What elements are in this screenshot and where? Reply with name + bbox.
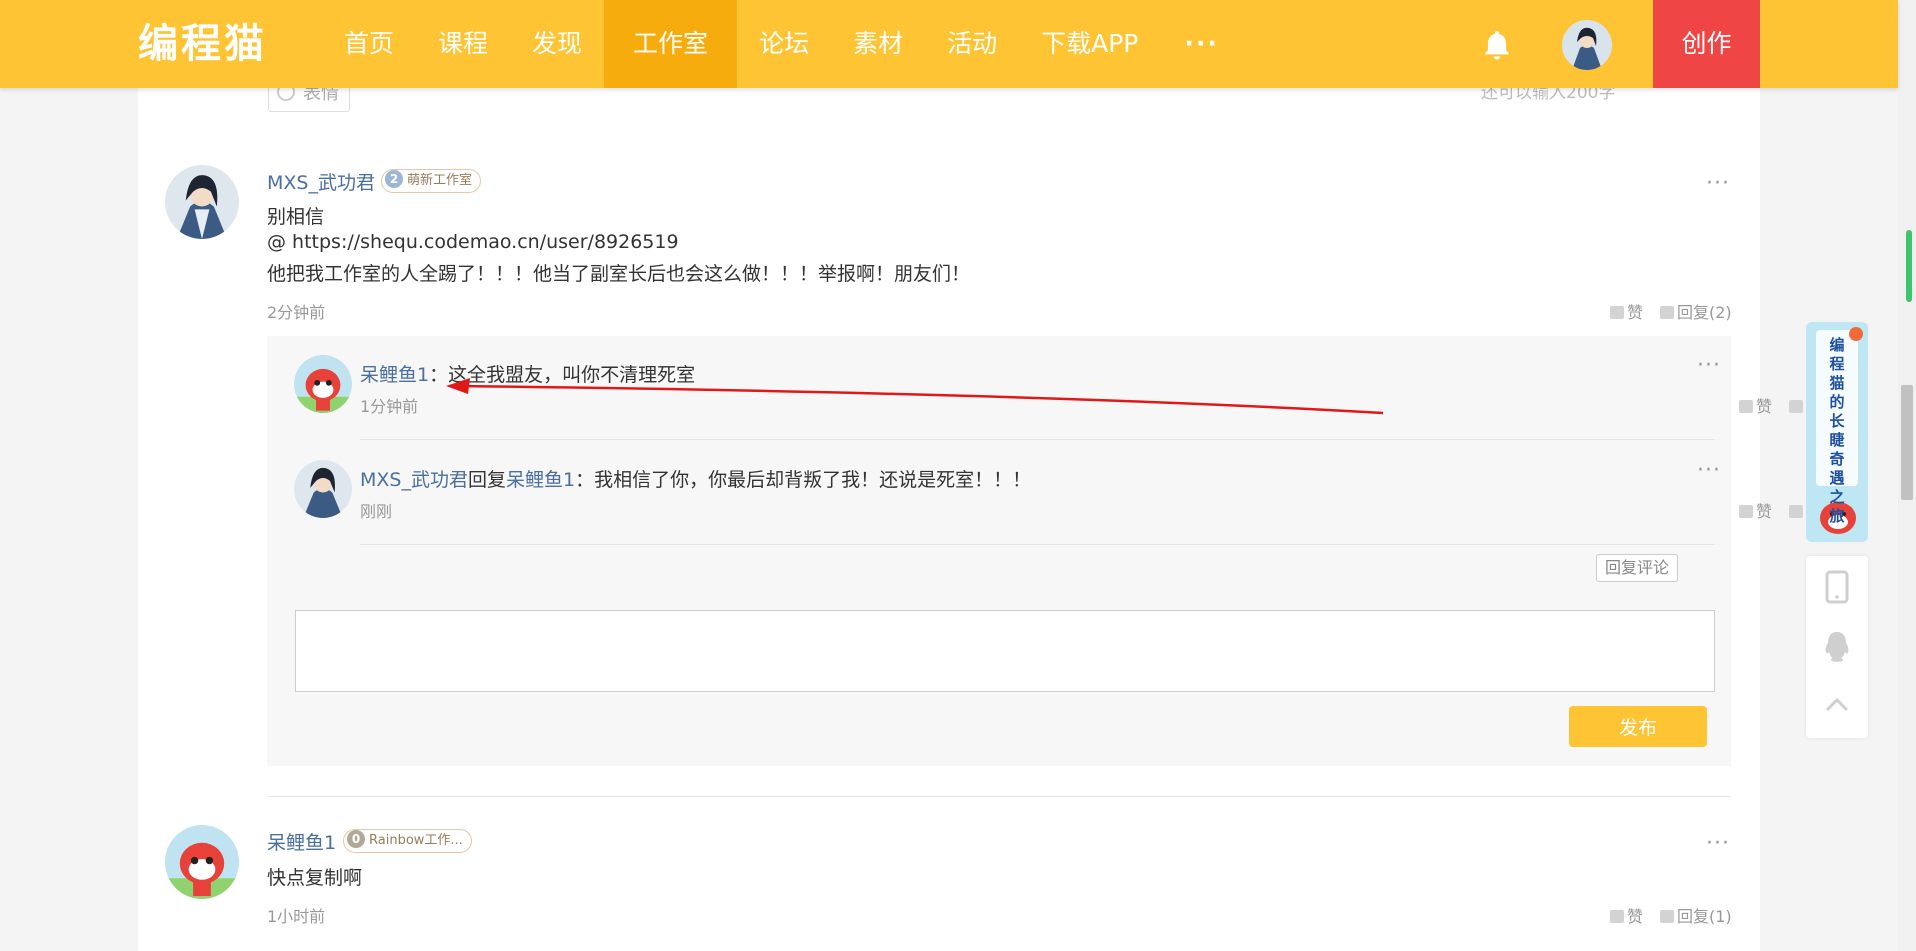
- back-to-top-icon: [1825, 697, 1849, 712]
- reply-avatar[interactable]: [294, 355, 352, 413]
- phone-app-button[interactable]: [1806, 556, 1868, 616]
- comment-bubble-icon: [1660, 910, 1674, 923]
- more-options-icon[interactable]: ···: [1697, 460, 1721, 482]
- promo-text: 编程猫的长睫奇遇之旅: [1829, 336, 1845, 525]
- reply-time: 刚刚: [360, 502, 393, 521]
- reply-content: MXS_武功君回复呆鲤鱼1：我相信了你，你最后却背叛了我！还说是死室！！！: [360, 465, 1031, 492]
- comment-time: 2分钟前: [267, 303, 326, 322]
- publish-button[interactable]: 发布: [1569, 706, 1707, 747]
- comment-author[interactable]: 呆鲤鱼1: [267, 828, 336, 855]
- side-toolbar: [1806, 556, 1868, 738]
- thumbs-up-icon: [1739, 400, 1753, 413]
- nav-item-discover[interactable]: 发现: [510, 0, 604, 88]
- level-badge: 0: [347, 830, 365, 848]
- nav-item-courses[interactable]: 课程: [416, 0, 510, 88]
- comment-author[interactable]: MXS_武功君: [267, 168, 375, 195]
- reply-button[interactable]: 回复(2): [1660, 299, 1732, 323]
- site-logo[interactable]: 编程猫: [138, 18, 267, 70]
- thumbs-up-icon: [1610, 306, 1624, 319]
- reply-time: 1分钟前: [360, 397, 419, 416]
- comment-divider: [267, 796, 1731, 797]
- scrollbar-thumb[interactable]: [1901, 385, 1913, 500]
- comments-panel: 表情 还可以输入200字 MXS_武功君 2 萌新工作室 ··· 别相信 @ ht…: [138, 82, 1838, 951]
- more-options-icon[interactable]: ···: [1697, 355, 1721, 377]
- comment-bubble-icon: [1789, 505, 1803, 518]
- replies-container: 呆鲤鱼1：这全我盟友，叫你不清理死室 ··· 1分钟前 赞 回复 MXS_武功君…: [267, 336, 1838, 766]
- reply-divider: [360, 439, 1715, 440]
- like-button[interactable]: 赞: [1610, 299, 1643, 323]
- nav-item-materials[interactable]: 素材: [831, 0, 925, 88]
- comment-time: 1小时前: [267, 907, 326, 926]
- reply-author[interactable]: 呆鲤鱼1: [360, 364, 429, 386]
- annotation-arrow: [446, 378, 1384, 415]
- reply-text: ：我相信了你，你最后却背叛了我！还说是死室！！！: [575, 469, 1032, 491]
- nav-item-forum[interactable]: 论坛: [737, 0, 831, 88]
- reply-button[interactable]: 回复(1): [1660, 903, 1732, 927]
- comment-text-line: 他把我工作室的人全踢了！！！他当了副室长后也会这么做！！！举报啊！朋友们！: [267, 263, 971, 285]
- like-button[interactable]: 赞: [1739, 393, 1772, 417]
- studio-badge[interactable]: 0 Rainbow工作...: [343, 829, 472, 853]
- user-avatar[interactable]: [1562, 20, 1612, 70]
- reply-input[interactable]: [295, 610, 1715, 692]
- nav-item-download-app[interactable]: 下载APP: [1019, 0, 1160, 88]
- comment-avatar[interactable]: [165, 825, 239, 899]
- nav-item-studio[interactable]: 工作室: [604, 0, 738, 88]
- reply-author[interactable]: MXS_武功君: [360, 469, 468, 491]
- top-nav-bar: 编程猫 首页 课程 发现 工作室 论坛 素材 活动 下载APP ··· 创作: [0, 0, 1898, 88]
- main-nav: 首页 课程 发现 工作室 论坛 素材 活动 下载APP ···: [322, 0, 1243, 88]
- reply-to-prefix: 回复: [467, 469, 506, 491]
- like-button[interactable]: 赞: [1610, 903, 1643, 927]
- reply-divider: [360, 544, 1715, 545]
- nav-item-events[interactable]: 活动: [925, 0, 1019, 88]
- comment-bubble-icon: [1660, 306, 1674, 319]
- promo-banner[interactable]: 编程猫的长睫奇遇之旅: [1806, 322, 1868, 542]
- comment-avatar[interactable]: [165, 165, 239, 239]
- level-badge: 2: [385, 170, 403, 188]
- like-button[interactable]: 赞: [1739, 498, 1772, 522]
- reply-content: 呆鲤鱼1：这全我盟友，叫你不清理死室: [360, 360, 695, 387]
- reply-to-user[interactable]: 呆鲤鱼1: [506, 469, 575, 491]
- more-options-icon[interactable]: ···: [1706, 833, 1730, 855]
- qq-penguin-icon: [1825, 632, 1849, 662]
- bell-icon[interactable]: [1480, 28, 1514, 62]
- back-to-top-button[interactable]: [1806, 676, 1868, 736]
- studio-badge[interactable]: 2 萌新工作室: [381, 169, 482, 193]
- thumbs-up-icon: [1610, 910, 1624, 923]
- comment-bubble-icon: [1789, 400, 1803, 413]
- comment-text-line: 快点复制啊: [267, 867, 363, 889]
- scroll-indicator: [1906, 230, 1912, 302]
- reply-comment-button[interactable]: 回复评论: [1596, 554, 1678, 582]
- comment-text-line: 别相信: [267, 206, 325, 228]
- nav-more-button[interactable]: ···: [1160, 0, 1243, 88]
- comment-text-line: @ https://shequ.codemao.cn/user/8926519: [267, 231, 679, 253]
- qq-button[interactable]: [1806, 616, 1868, 676]
- create-button[interactable]: 创作: [1653, 0, 1760, 88]
- more-options-icon[interactable]: ···: [1706, 173, 1730, 195]
- phone-icon: [1825, 570, 1849, 604]
- thumbs-up-icon: [1739, 505, 1753, 518]
- nav-item-home[interactable]: 首页: [322, 0, 416, 88]
- reply-avatar[interactable]: [294, 460, 352, 518]
